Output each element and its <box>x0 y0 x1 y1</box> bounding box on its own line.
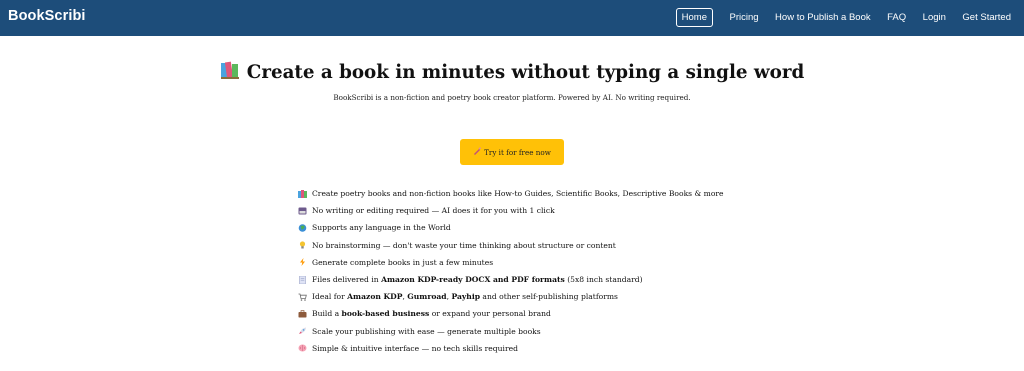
feature-text-segment: Create poetry books and non-fiction book… <box>312 189 724 199</box>
feature-item: Files delivered in Amazon KDP-ready DOCX… <box>298 271 724 288</box>
document-icon <box>298 275 307 284</box>
nav-login-link[interactable]: Login <box>923 9 946 27</box>
pen-icon <box>473 147 482 157</box>
feature-text: Build a book-based business or expand yo… <box>312 309 551 318</box>
feature-item: Supports any language in the World <box>298 219 724 236</box>
feature-text-segment: Build a <box>312 309 342 319</box>
top-navbar: BookScribi Home Pricing How to Publish a… <box>0 0 1024 36</box>
feature-item: No writing or editing required — AI does… <box>298 202 724 219</box>
hero-subtitle: BookScribi is a non-fiction and poetry b… <box>333 93 691 102</box>
feature-item: No brainstorming — don't waste your time… <box>298 237 724 254</box>
globe-icon <box>298 224 307 232</box>
feature-text: Supports any language in the World <box>312 223 451 232</box>
feature-bold-text: book-based business <box>341 309 430 319</box>
feature-text-segment: or expand your personal brand <box>429 309 551 319</box>
try-free-button[interactable]: Try it for free now <box>460 139 564 165</box>
feature-text: Generate complete books in just a few mi… <box>312 258 493 267</box>
rocket-icon <box>298 327 307 335</box>
feature-bold-text: Amazon KDP <box>347 292 403 302</box>
nav-how-to-publish-link[interactable]: How to Publish a Book <box>775 9 871 27</box>
feature-text: Files delivered in Amazon KDP-ready DOCX… <box>312 275 643 284</box>
nav-home-link[interactable]: Home <box>675 8 713 27</box>
feature-text: Ideal for Amazon KDP, Gumroad, Payhip an… <box>312 292 618 301</box>
feature-text: No brainstorming — don't waste your time… <box>312 241 616 250</box>
hero-title-row: Create a book in minutes without typing … <box>0 61 1024 84</box>
nav-pricing-link[interactable]: Pricing <box>730 9 759 27</box>
feature-text: No writing or editing required — AI does… <box>312 206 555 215</box>
lightbulb-icon <box>298 241 307 249</box>
feature-text: Scale your publishing with ease — genera… <box>312 327 541 336</box>
feature-item: Generate complete books in just a few mi… <box>298 254 724 271</box>
feature-bold-text: Gumroad <box>407 292 447 302</box>
no-typing-icon <box>298 207 307 215</box>
feature-text-segment: Generate complete books in just a few mi… <box>312 257 494 267</box>
feature-text: Create poetry books and non-fiction book… <box>312 189 724 198</box>
hero-title: Create a book in minutes without typing … <box>246 62 805 83</box>
briefcase-icon <box>298 310 307 318</box>
books-icon <box>220 61 240 84</box>
nav-links: Home Pricing How to Publish a Book FAQ L… <box>659 8 1011 27</box>
brand-logo[interactable]: BookScribi <box>8 8 86 24</box>
feature-text-segment: Files delivered in <box>312 275 382 285</box>
feature-list: Create poetry books and non-fiction book… <box>298 185 724 357</box>
feature-text: Simple & intuitive interface — no tech s… <box>312 344 518 353</box>
feature-text-segment: Ideal for <box>312 292 348 302</box>
feature-item: Simple & intuitive interface — no tech s… <box>298 340 724 357</box>
nav-get-started-link[interactable]: Get Started <box>962 9 1011 27</box>
feature-item: Scale your publishing with ease — genera… <box>298 323 724 340</box>
feature-text-segment: (5x8 inch standard) <box>564 275 643 285</box>
feature-text-segment: No brainstorming — don't waste your time… <box>312 240 616 250</box>
feature-text-segment: and other self-publishing platforms <box>480 292 618 302</box>
nav-faq-link[interactable]: FAQ <box>887 9 906 27</box>
lightning-icon <box>298 258 307 267</box>
feature-item: Ideal for Amazon KDP, Gumroad, Payhip an… <box>298 288 724 305</box>
feature-text-segment: No writing or editing required — AI does… <box>312 206 555 216</box>
feature-item: Build a book-based business or expand yo… <box>298 305 724 322</box>
feature-text-segment: Simple & intuitive interface — no tech s… <box>312 343 518 353</box>
brain-icon <box>298 344 307 352</box>
cart-icon <box>298 293 307 301</box>
feature-bold-text: Amazon KDP-ready DOCX and PDF formats <box>381 275 565 285</box>
feature-text-segment: Scale your publishing with ease — genera… <box>312 326 541 336</box>
feature-text-segment: Supports any language in the World <box>312 223 451 233</box>
feature-bold-text: Payhip <box>451 292 481 302</box>
books-icon <box>298 189 307 198</box>
try-free-label: Try it for free now <box>484 147 551 157</box>
feature-item: Create poetry books and non-fiction book… <box>298 185 724 202</box>
